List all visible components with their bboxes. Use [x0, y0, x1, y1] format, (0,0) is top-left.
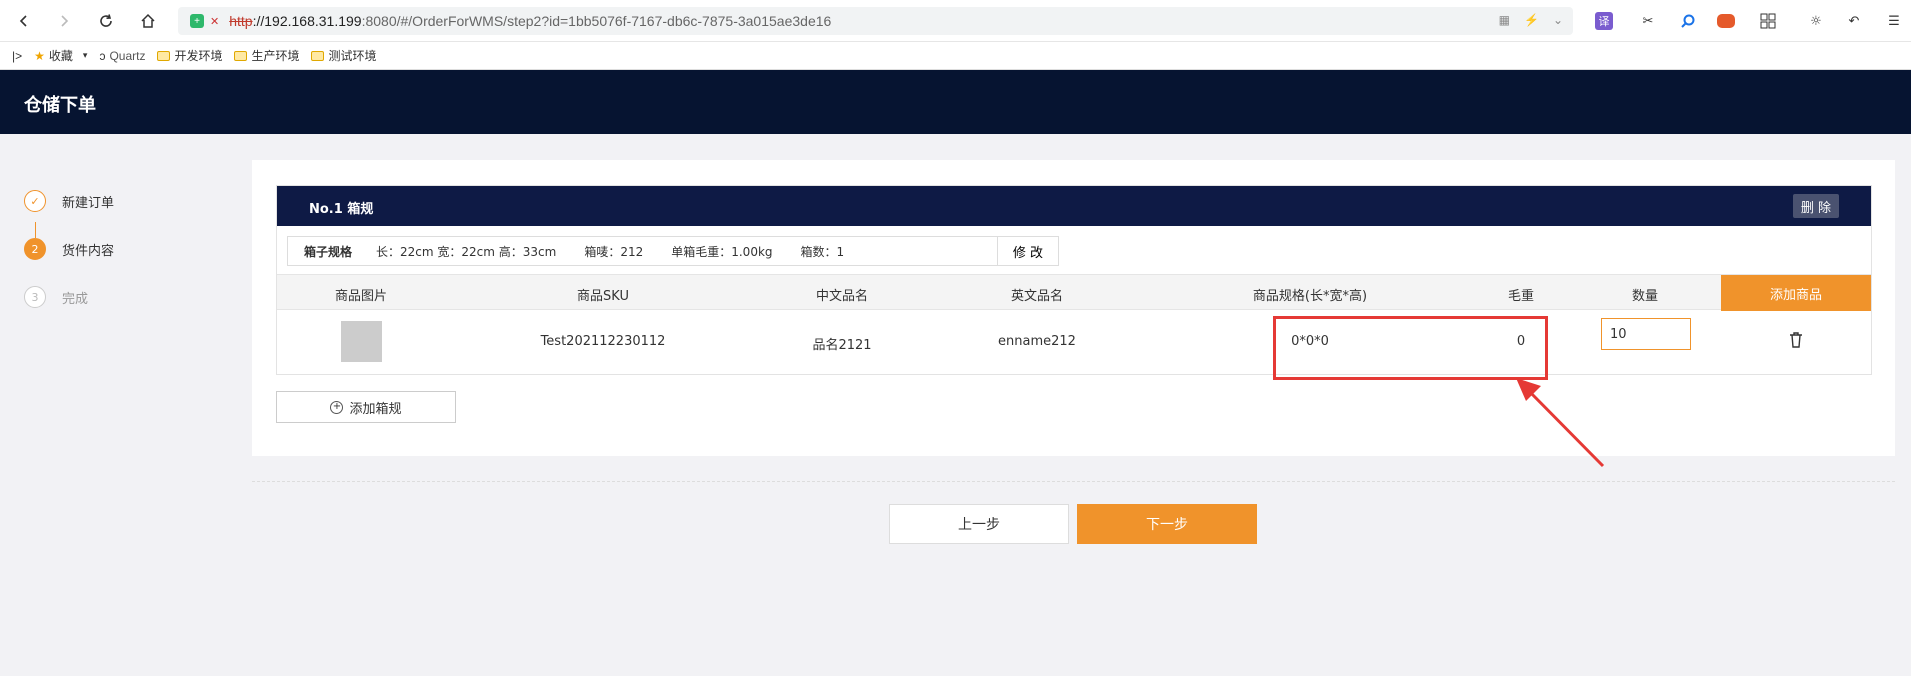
annotation-highlight-box	[1273, 316, 1548, 380]
address-bar[interactable]: + ✕ http ://192.168.31.199 :8080/#/Order…	[178, 7, 1573, 35]
step-number: 3	[24, 286, 46, 308]
bookmark-prod-env[interactable]: 生产环境	[234, 47, 299, 64]
bookmark-test-env[interactable]: 测试环境	[311, 47, 377, 64]
folder-icon	[234, 50, 248, 61]
qr-icon[interactable]: ▦	[1499, 13, 1510, 27]
scissors-icon[interactable]: ✂	[1636, 9, 1660, 33]
col-sku: 商品SKU	[577, 289, 629, 304]
plus-circle-icon: +	[330, 400, 344, 414]
col-qty: 数量	[1631, 289, 1659, 304]
col-cn-name: 中文品名	[815, 289, 869, 304]
table-row: Test202112230112 品名2121 enname212 0*0*0 …	[277, 310, 1871, 376]
col-spec: 商品规格(长*宽*高)	[1252, 289, 1368, 304]
step-cargo-content: 2 货件内容	[24, 238, 114, 260]
box-weight: 单箱毛重：1.00kg	[671, 244, 773, 259]
star-icon: ★	[34, 48, 45, 63]
edit-spec-button[interactable]: 修 改	[997, 236, 1059, 266]
step-label: 货件内容	[62, 243, 115, 259]
bookmark-quartz[interactable]: ↄ Quartz	[99, 49, 145, 63]
translate-icon[interactable]: 译	[1592, 9, 1616, 33]
back-icon[interactable]	[10, 8, 38, 34]
dropdown-icon: ▾	[82, 50, 88, 60]
browser-toolbar: + ✕ http ://192.168.31.199 :8080/#/Order…	[0, 0, 1911, 42]
spec-label: 箱子规格	[304, 244, 353, 259]
app-header: 仓储下单	[0, 70, 1911, 134]
col-weight: 毛重	[1507, 289, 1535, 304]
box-dimensions: 长：22cm 宽：22cm 高：33cm	[376, 244, 557, 259]
main-content: ✓ 新建订单 2 货件内容 3 完成 No.1 箱规 删 除 箱子规格 长：22…	[0, 134, 1911, 676]
bookmark-dev-env[interactable]: 开发环境	[157, 47, 222, 64]
url-protocol: http	[229, 13, 253, 29]
menu-icon[interactable]: ☰	[1882, 9, 1906, 33]
bookmarks-bar: |> ★ 收藏 ▾ ↄ Quartz 开发环境 生产环境 测试环境	[0, 42, 1911, 70]
insecure-icon: ✕	[210, 15, 220, 28]
step-label: 完成	[62, 291, 89, 307]
add-box-spec-button[interactable]: + 添加箱规	[276, 391, 456, 423]
url-path: :8080/#/OrderForWMS/step2?id=1bb5076f-71…	[361, 13, 832, 29]
folder-icon	[311, 50, 325, 61]
grid-icon[interactable]	[1756, 9, 1780, 33]
box-spec-card: No.1 箱规 删 除 箱子规格 长：22cm 宽：22cm 高：33cm 箱唛…	[276, 185, 1872, 375]
sidebar-toggle-icon[interactable]: |>	[12, 49, 22, 63]
secure-shield-icon: +	[190, 14, 204, 28]
reload-icon[interactable]	[92, 8, 120, 34]
add-box-spec-label: 添加箱规	[349, 401, 402, 417]
game-icon[interactable]	[1714, 9, 1738, 33]
add-goods-button[interactable]: 添加商品	[1721, 275, 1871, 311]
home-icon[interactable]	[134, 8, 162, 34]
product-image	[341, 321, 382, 362]
undo-icon[interactable]: ↶	[1842, 9, 1866, 33]
step-number: 2	[24, 238, 46, 260]
brightness-icon[interactable]: ☼	[1804, 9, 1828, 33]
step-connector	[35, 222, 36, 238]
box-spec-title: No.1 箱规	[309, 202, 374, 217]
prev-step-button[interactable]: 上一步	[889, 504, 1069, 544]
step-complete: 3 完成	[24, 286, 88, 308]
step-new-order: ✓ 新建订单	[24, 190, 114, 212]
forward-icon[interactable]	[50, 8, 78, 34]
search-icon[interactable]	[1676, 9, 1700, 33]
url-host: ://192.168.31.199	[252, 13, 362, 29]
trash-icon[interactable]	[1789, 332, 1803, 348]
cell-en-name: enname212	[998, 334, 1076, 349]
divider	[252, 481, 1895, 482]
delete-box-button[interactable]: 删 除	[1792, 194, 1839, 218]
goods-table-header: 商品图片 商品SKU 中文品名 英文品名 商品规格(长*宽*高) 毛重 数量 添…	[277, 274, 1871, 311]
chevron-down-icon[interactable]: ⌄	[1553, 13, 1563, 27]
check-icon: ✓	[24, 190, 46, 212]
quantity-input[interactable]	[1601, 318, 1691, 350]
cargo-panel: No.1 箱规 删 除 箱子规格 长：22cm 宽：22cm 高：33cm 箱唛…	[252, 160, 1895, 456]
lightning-icon[interactable]: ⚡	[1524, 13, 1539, 27]
col-en-name: 英文品名	[1010, 289, 1064, 304]
folder-icon	[157, 50, 171, 61]
step-label: 新建订单	[62, 195, 115, 211]
next-step-button[interactable]: 下一步	[1077, 504, 1257, 544]
box-mark: 箱唛：212	[584, 244, 644, 259]
cell-sku: Test202112230112	[540, 334, 666, 349]
cell-cn-name: 品名2121	[812, 338, 872, 353]
quartz-icon: ↄ	[99, 48, 106, 63]
col-image: 商品图片	[334, 289, 388, 304]
box-count: 箱数：1	[800, 244, 845, 259]
box-spec-summary: 箱子规格 长：22cm 宽：22cm 高：33cm 箱唛：212 单箱毛重：1.…	[287, 236, 1012, 266]
bookmark-favorites[interactable]: ★ 收藏 ▾	[34, 47, 87, 64]
box-spec-header: No.1 箱规 删 除	[277, 186, 1871, 226]
page-title: 仓储下单	[24, 95, 96, 116]
